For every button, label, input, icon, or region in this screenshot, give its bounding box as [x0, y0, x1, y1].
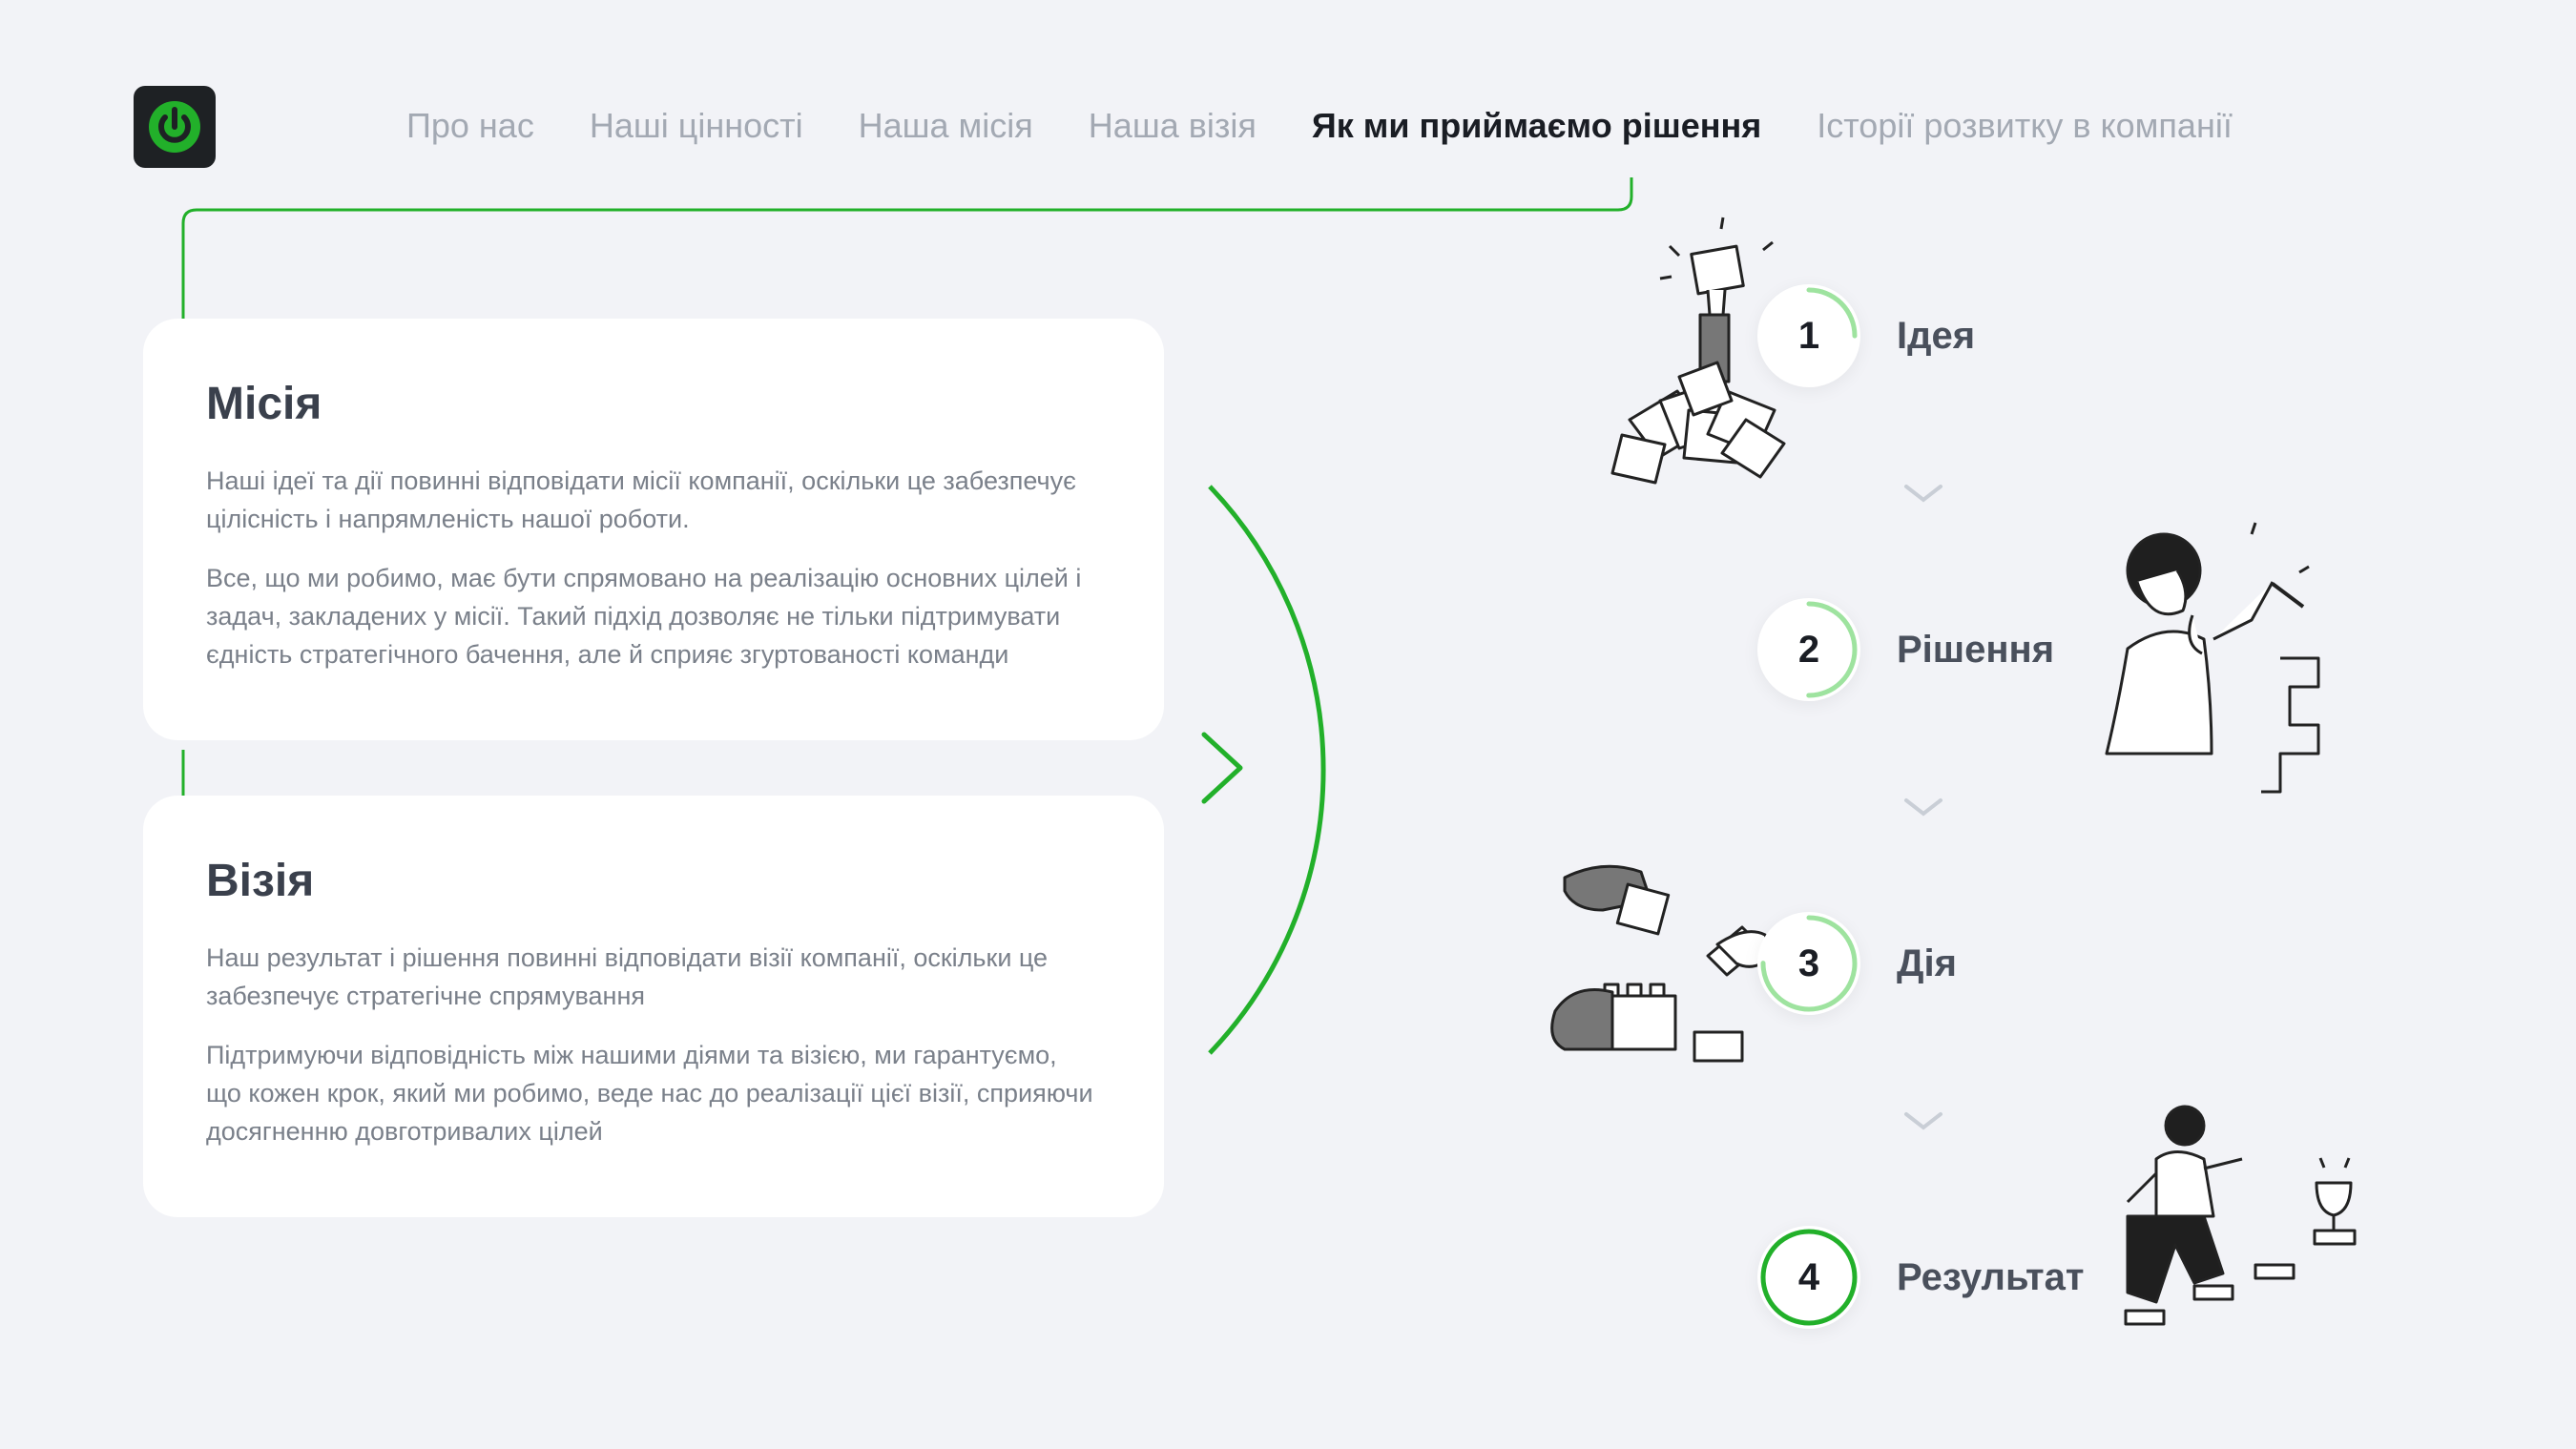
step-label: Дія — [1897, 942, 1957, 984]
flow-chevron-icon — [1201, 732, 1243, 804]
chevron-down-icon — [1904, 1112, 1942, 1130]
step-label: Результат — [1897, 1255, 2085, 1298]
step-action: 3 Дія — [1757, 912, 1957, 1015]
logo[interactable] — [134, 86, 216, 168]
mission-card: Місія Наші ідеї та дії повинні відповіда… — [143, 319, 1164, 740]
step-label: Рішення — [1897, 628, 2055, 671]
step-number: 3 — [1797, 942, 1820, 984]
vision-card: Візія Наш результат і рішення повинні ві… — [143, 796, 1164, 1217]
vision-paragraph-1: Наш результат і рішення повинні відповід… — [206, 943, 1049, 1010]
step-badge: 4 — [1757, 1226, 1860, 1329]
chevron-down-icon — [1904, 798, 1942, 817]
nav-decision-making[interactable]: Як ми приймаємо рішення — [1312, 103, 1761, 149]
vision-paragraph-2: Підтримуючи відповідність між нашими дія… — [206, 1041, 1093, 1146]
step-decision: 2 Рішення — [1757, 598, 2054, 701]
power-icon — [149, 101, 200, 153]
page: Про нас Наші цінності Наша місія Наша ві… — [0, 0, 2576, 1449]
vision-title: Візія — [206, 856, 315, 906]
step-badge: 2 — [1757, 598, 1860, 701]
mission-paragraph-2: Все, що ми робимо, має бути спрямовано н… — [206, 564, 1082, 669]
step-number: 1 — [1797, 314, 1820, 357]
action-illustration — [1550, 864, 1776, 1063]
step-badge: 3 — [1757, 912, 1860, 1015]
mission-paragraph-1: Наші ідеї та дії повинні відповідати міс… — [206, 466, 1076, 533]
nav-about[interactable]: Про нас — [406, 103, 534, 149]
nav-mission[interactable]: Наша місія — [859, 103, 1033, 149]
top-nav: Про нас Наші цінності Наша місія Наша ві… — [406, 103, 2233, 149]
step-idea: 1 Ідея — [1757, 284, 1975, 387]
flow-arc — [1208, 485, 1326, 1055]
step-badge: 1 — [1757, 284, 1860, 387]
nav-growth-stories[interactable]: Історії розвитку в компанії — [1817, 103, 2233, 149]
step-label: Ідея — [1897, 314, 1976, 357]
result-illustration — [2124, 1105, 2357, 1326]
decision-illustration — [2105, 522, 2320, 794]
step-number: 2 — [1797, 628, 1820, 671]
chevron-down-icon — [1904, 485, 1942, 503]
nav-vision[interactable]: Наша візія — [1089, 103, 1257, 149]
nav-values[interactable]: Наші цінності — [590, 103, 803, 149]
mission-title: Місія — [206, 379, 322, 429]
step-number: 4 — [1797, 1255, 1820, 1298]
step-result: 4 Результат — [1757, 1226, 2084, 1329]
